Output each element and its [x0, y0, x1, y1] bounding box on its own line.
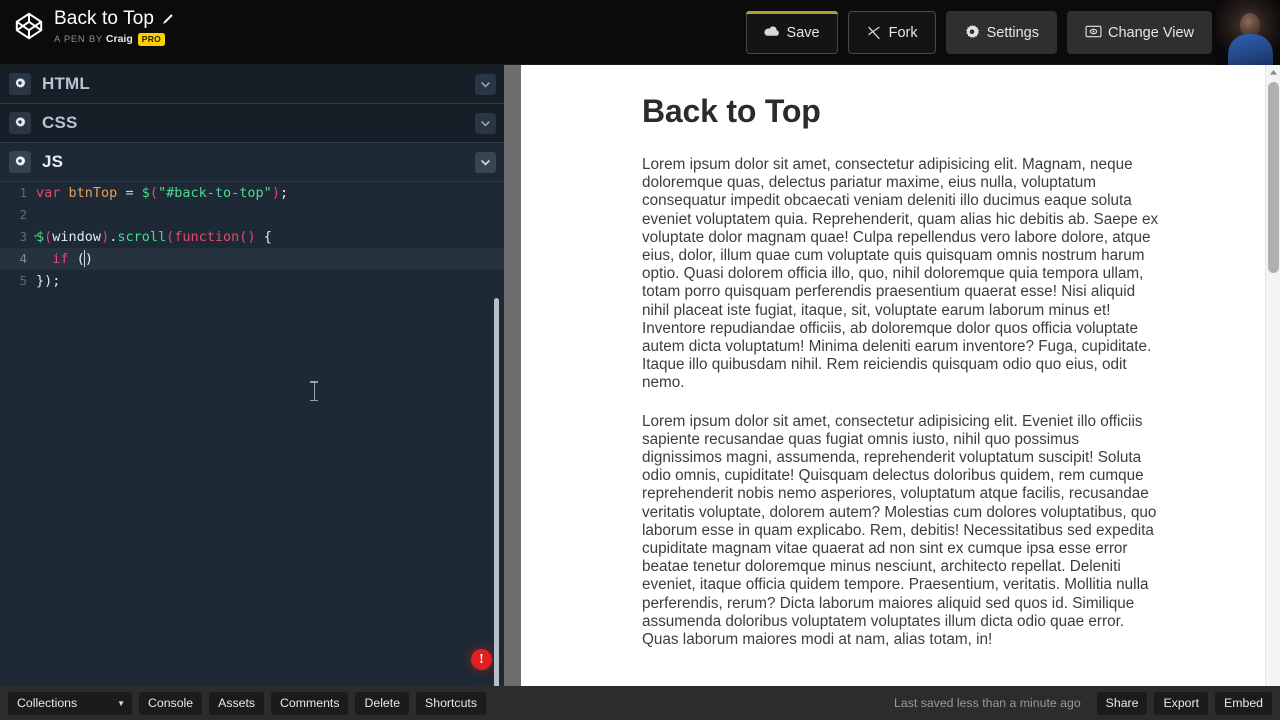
console-button[interactable]: Console	[139, 691, 203, 715]
pro-badge: PRO	[137, 33, 166, 46]
header-actions: Save Fork Settings Change View	[745, 11, 1212, 54]
line-number: 4	[19, 251, 27, 266]
token-paren: )	[101, 229, 110, 245]
top-toolbar: Back to Top A PEN BY Craig PRO Save Fork…	[0, 0, 1280, 65]
collections-dropdown[interactable]: Collections ▼	[8, 691, 132, 715]
codepen-logo-icon[interactable]	[14, 11, 44, 41]
shortcuts-button[interactable]: Shortcuts	[416, 691, 486, 715]
editor-scrollbar[interactable]	[494, 298, 499, 686]
token-paren: (	[149, 185, 159, 201]
html-settings-gear-icon[interactable]	[9, 73, 31, 95]
embed-button[interactable]: Embed	[1215, 691, 1272, 715]
js-settings-gear-icon[interactable]	[9, 151, 31, 173]
bottom-toolbar: Collections ▼ Console Assets Comments De…	[0, 686, 1280, 720]
comments-button[interactable]: Comments	[271, 691, 349, 715]
author-link[interactable]: Craig	[106, 33, 133, 45]
export-button[interactable]: Export	[1154, 691, 1209, 715]
line-number: 1	[19, 185, 27, 200]
token-string: "#back-to-top"	[158, 185, 272, 201]
change-view-button-label: Change View	[1108, 24, 1194, 41]
delete-button[interactable]: Delete	[355, 691, 410, 715]
fork-icon	[866, 25, 882, 41]
byline-prefix: A PEN BY	[54, 33, 103, 45]
code-line[interactable]: 1 var btnTop = $("#back-to-top");	[0, 182, 504, 204]
scroll-up-arrow-icon[interactable]	[1266, 65, 1280, 80]
scrollbar-thumb[interactable]	[1268, 82, 1279, 273]
code-line[interactable]: 2	[0, 204, 504, 226]
code-editor-js[interactable]: 1 var btnTop = $("#back-to-top"); 2 3 ▾ …	[0, 182, 504, 686]
share-button[interactable]: Share	[1096, 691, 1148, 715]
token-paren: )	[247, 229, 256, 245]
cloud-icon	[763, 25, 780, 41]
pane-header-js[interactable]: JS	[0, 143, 504, 182]
code-lines: 1 var btnTop = $("#back-to-top"); 2 3 ▾ …	[0, 182, 504, 292]
css-settings-gear-icon[interactable]	[9, 112, 31, 134]
collapse-css-chevron-down-icon[interactable]	[475, 113, 496, 134]
line-number: 5	[19, 273, 27, 288]
token-paren: )	[271, 185, 280, 201]
code-line-active[interactable]: 4 if ()	[0, 248, 504, 270]
page-title: Back to Top	[54, 8, 155, 29]
line-number: 3	[19, 229, 27, 244]
code-line[interactable]: 3 ▾ $(window).scroll(function() {	[0, 226, 504, 248]
avatar-body	[1228, 34, 1273, 65]
token-keyword: var	[36, 185, 61, 201]
line-number: 2	[19, 207, 27, 222]
pane-label-html: HTML	[42, 74, 91, 93]
preview-heading: Back to Top	[642, 93, 821, 129]
save-button-label: Save	[786, 24, 820, 41]
token-paren: )	[84, 251, 93, 267]
saved-status: Last saved less than a minute ago	[894, 696, 1081, 710]
pane-label-css: CSS	[42, 113, 78, 132]
error-exclamation-icon[interactable]: !	[471, 649, 492, 670]
code-line-text: });	[36, 273, 61, 289]
token-identifier: window	[52, 229, 102, 245]
code-line[interactable]: 5 });	[0, 270, 504, 292]
brand-area: Back to Top A PEN BY Craig PRO	[14, 8, 174, 46]
pencil-icon[interactable]	[161, 13, 174, 26]
mouse-text-cursor-icon	[310, 381, 318, 401]
gear-icon	[964, 24, 980, 41]
preview-paragraph: Lorem ipsum dolor sit amet, consectetur …	[642, 156, 1159, 392]
collapse-js-chevron-down-icon[interactable]	[475, 152, 496, 173]
preview-paragraph: Lorem ipsum dolor sit amet, consectetur …	[642, 412, 1157, 649]
avatar[interactable]	[1215, 0, 1280, 65]
settings-button[interactable]: Settings	[945, 11, 1057, 54]
layout-icon	[1085, 25, 1102, 41]
settings-button-label: Settings	[986, 24, 1039, 41]
save-button[interactable]: Save	[745, 11, 838, 54]
fork-button[interactable]: Fork	[847, 11, 936, 54]
fork-button-label: Fork	[888, 24, 918, 41]
pane-label-js: JS	[42, 152, 64, 171]
preview-pane: Back to Top Lorem ipsum dolor sit amet, …	[521, 65, 1280, 686]
byline: A PEN BY Craig PRO	[54, 33, 174, 46]
code-line-text: $(window).scroll(function() {	[36, 226, 272, 248]
codepen-editor-window: Back to Top A PEN BY Craig PRO Save Fork…	[0, 0, 1280, 720]
preview-scrollbar[interactable]	[1265, 65, 1280, 686]
token-operator: =	[125, 185, 134, 201]
code-fold-toggle-icon[interactable]: ▾	[33, 226, 38, 248]
bottom-right-group: Last saved less than a minute ago Share …	[894, 691, 1280, 715]
token-semicolon: ;	[279, 185, 289, 201]
editor-column: HTML CSS JS 1 var btnTop = $("#back-to-t…	[0, 65, 504, 686]
pane-header-html[interactable]: HTML	[0, 65, 504, 104]
code-line-text: var btnTop = $("#back-to-top");	[36, 182, 288, 204]
assets-button[interactable]: Assets	[209, 691, 265, 715]
token-brace: {	[263, 229, 272, 245]
change-view-button[interactable]: Change View	[1067, 11, 1212, 54]
pane-header-css[interactable]: CSS	[0, 104, 504, 143]
token-keyword: if	[52, 251, 69, 267]
code-line-text: if ()	[36, 248, 93, 270]
token-keyword: function	[174, 229, 240, 245]
token-variable: btnTop	[68, 185, 118, 201]
chevron-down-icon: ▼	[117, 698, 125, 708]
collapse-html-chevron-down-icon[interactable]	[475, 74, 496, 95]
column-resize-handle[interactable]	[504, 65, 521, 686]
collections-label: Collections	[17, 696, 78, 710]
token-method: scroll	[117, 229, 167, 245]
token-function: $	[141, 185, 150, 201]
